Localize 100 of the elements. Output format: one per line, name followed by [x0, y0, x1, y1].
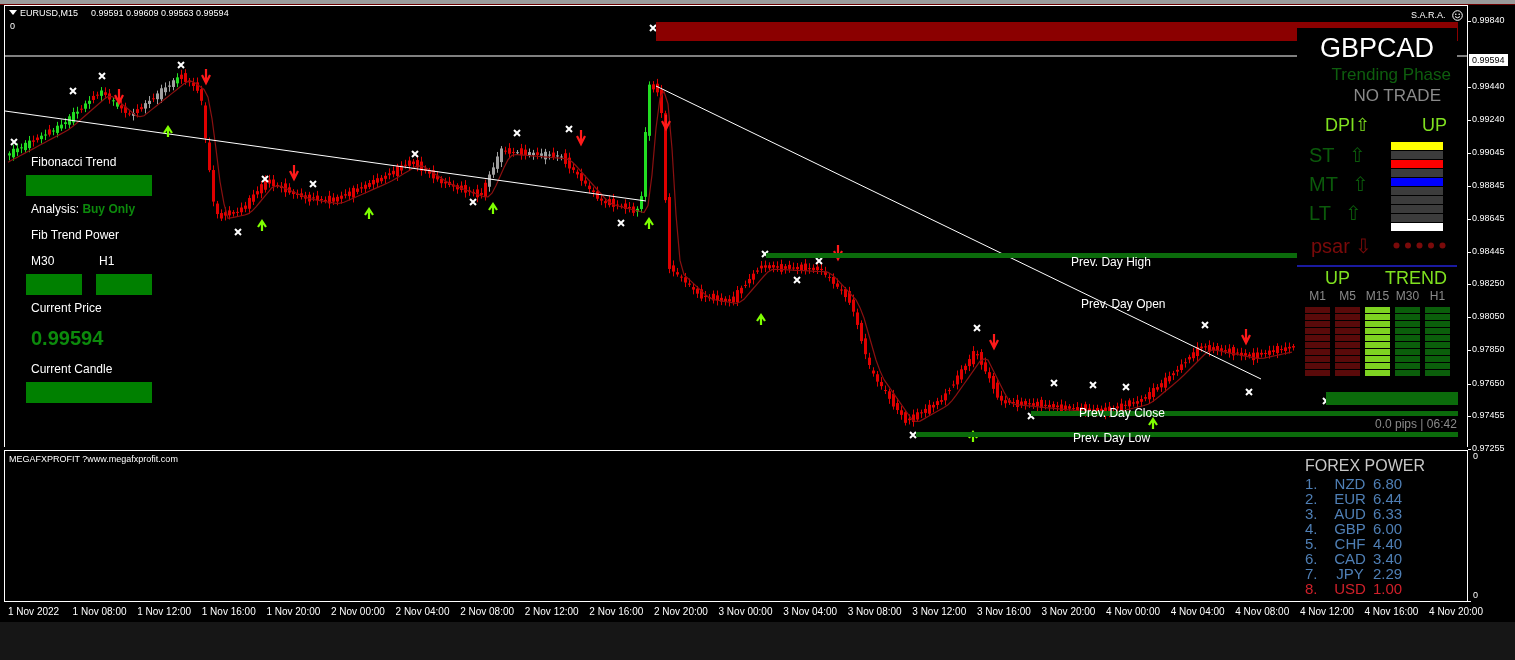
chart-symbol: EURUSD,M15	[20, 8, 78, 18]
cross-icon	[1245, 388, 1253, 396]
cross-icon	[565, 125, 573, 133]
price-title: Current Price	[30, 300, 103, 317]
dpi-label: DPI⇧	[1325, 116, 1370, 136]
brand-label: S.A.R.A.	[1411, 10, 1446, 20]
down-arrow-icon	[200, 67, 212, 86]
cross-icon	[1089, 381, 1097, 389]
time-label: 2 Nov 08:00	[460, 605, 516, 619]
timeframe-label: M5	[1339, 288, 1356, 303]
time-label: 2 Nov 00:00	[330, 605, 386, 619]
down-arrow-icon	[113, 87, 125, 106]
timeframe-label: H1	[1429, 288, 1446, 303]
signal-label: NO TRADE	[1352, 85, 1442, 108]
trend-label: LT	[1309, 201, 1331, 224]
cross-icon	[309, 180, 317, 188]
cross-icon	[513, 129, 521, 137]
time-label: 4 Nov 12:00	[1299, 605, 1355, 619]
time-label: 2 Nov 12:00	[524, 605, 580, 619]
time-label: 4 Nov 20:00	[1429, 605, 1484, 619]
cross-icon	[10, 138, 18, 146]
cross-icon	[98, 72, 106, 80]
time-label: 1 Nov 16:00	[201, 605, 257, 619]
currency-row-text: 1. NZD 6.80	[1305, 476, 1404, 491]
up-arrow-icon	[363, 207, 375, 221]
cross-icon	[69, 87, 77, 95]
trend-label: MT	[1309, 172, 1338, 195]
down-arrow-icon	[988, 332, 1000, 351]
down-arrow-icon	[288, 163, 300, 182]
time-label: 3 Nov 20:00	[1041, 605, 1097, 619]
level-label: Prev. Day High	[1071, 255, 1151, 269]
down-arrow-icon	[1240, 327, 1252, 346]
power-bar	[26, 274, 82, 295]
cross-icon	[234, 228, 242, 236]
time-label: 4 Nov 04:00	[1170, 605, 1226, 619]
time-label: 4 Nov 08:00	[1235, 605, 1291, 619]
power-bar	[96, 274, 152, 295]
cross-icon	[177, 61, 185, 69]
phase-label: Trending Phase	[1330, 63, 1452, 85]
cross-icon	[411, 150, 419, 158]
current-price-label: 0.99594	[1469, 54, 1508, 66]
cross-icon	[1122, 383, 1130, 391]
currency-row-text: 8. USD 1.00	[1305, 581, 1404, 596]
indicator-title: MEGAFXPROFIT ?www.megafxprofit.com	[9, 454, 178, 464]
ohlc-values: 0.99591 0.99609 0.99563 0.99594	[91, 8, 229, 18]
currency-row-text: 7. JPY 2.29	[1305, 566, 1404, 581]
level-label: Prev. Day Low	[1073, 431, 1151, 445]
time-label: 2 Nov 04:00	[395, 605, 451, 619]
cross-icon	[909, 431, 917, 439]
currency-row-text: 6. CAD 3.40	[1305, 551, 1404, 566]
time-label: 3 Nov 00:00	[718, 605, 774, 619]
up-arrow-icon	[755, 313, 767, 327]
trend-heading: TREND	[1385, 268, 1447, 289]
trend-arrow: ⇧	[1348, 143, 1366, 166]
up-arrow-icon	[162, 125, 174, 139]
down-arrow-icon	[575, 128, 587, 147]
trend-heading: UP	[1325, 268, 1350, 289]
cross-icon	[617, 219, 625, 227]
trend-arrow: ⇧	[1344, 201, 1362, 224]
scale-value: 0	[1473, 451, 1478, 461]
up-arrow-icon	[1147, 417, 1159, 431]
currency-row-text: 2. EUR 6.44	[1305, 491, 1404, 506]
cross-icon	[1201, 321, 1209, 329]
time-label: 3 Nov 08:00	[847, 605, 903, 619]
time-label: 1 Nov 2022	[8, 605, 61, 619]
currency-row-text: 5. CHF 4.40	[1305, 536, 1404, 551]
dropdown-icon[interactable]	[9, 10, 17, 16]
cross-icon	[649, 24, 657, 32]
timeframe-label: M1	[1309, 288, 1326, 303]
down-arrow-icon	[832, 243, 844, 262]
time-label: 3 Nov 04:00	[783, 605, 839, 619]
up-arrow-icon	[967, 430, 979, 444]
level-label: Prev. Day Open	[1081, 297, 1166, 311]
time-label: 1 Nov 12:00	[137, 605, 193, 619]
cross-icon	[261, 175, 269, 183]
timeframe-label: H1	[98, 253, 116, 270]
timeframe-label: M30	[30, 253, 56, 270]
up-arrow-icon	[487, 202, 499, 216]
time-label: 1 Nov 08:00	[72, 605, 128, 619]
dpi-direction: UP	[1422, 116, 1447, 136]
currency-row-text: 3. AUD 6.33	[1305, 506, 1404, 521]
psar-dots-icon	[1393, 242, 1447, 250]
trend-label: ST	[1309, 143, 1335, 166]
trend-arrow: ⇧	[1351, 172, 1369, 195]
time-label: 2 Nov 20:00	[653, 605, 709, 619]
up-arrow-icon	[643, 217, 655, 231]
current-price: 0.99594	[30, 326, 105, 351]
timer-label: 0.0 pips | 06:42	[1375, 417, 1457, 431]
timeframe-label: M15	[1365, 288, 1390, 303]
candle-title: Current Candle	[30, 361, 114, 378]
time-label: 3 Nov 16:00	[976, 605, 1032, 619]
analysis-text: Analysis: Buy Only	[30, 201, 137, 218]
currency-row-text: 4. GBP 6.00	[1305, 521, 1404, 536]
smiley-icon	[1452, 10, 1463, 21]
time-label: 3 Nov 12:00	[912, 605, 968, 619]
psar-label: psar ⇩	[1311, 234, 1373, 257]
time-label: 2 Nov 16:00	[589, 605, 645, 619]
pair-title: GBPCAD	[1319, 34, 1435, 64]
up-arrow-icon	[256, 219, 268, 233]
indicator-value: 0	[10, 21, 15, 31]
